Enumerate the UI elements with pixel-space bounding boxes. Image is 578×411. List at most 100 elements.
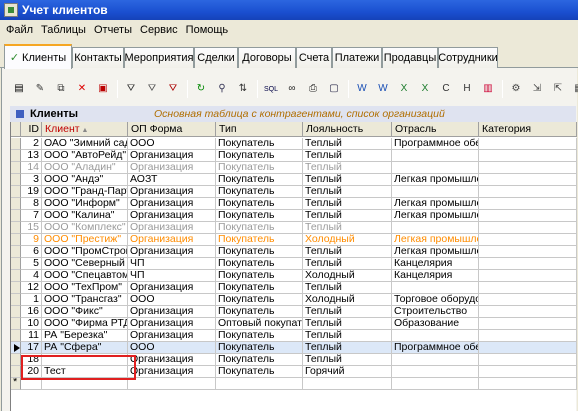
row-indicator[interactable]	[11, 198, 21, 210]
cell-loyalty[interactable]: Холодный	[303, 234, 392, 246]
table-row[interactable]: 1 ООО "Трансгаз" ООО Покупатель Холодный Торг…	[11, 294, 577, 306]
cell-category[interactable]	[479, 282, 577, 294]
cell-form[interactable]: Организация	[128, 198, 216, 210]
collapse-icon[interactable]	[16, 110, 24, 118]
row-indicator[interactable]: *	[11, 378, 21, 390]
cell-loyalty[interactable]: Теплый	[303, 150, 392, 162]
clients-grid[interactable]: ID Клиент ▲ ОП Форма Тип Лояльность Отрасль Ка…	[10, 122, 577, 411]
cell-form[interactable]: ООО	[128, 138, 216, 150]
cell-industry[interactable]: Легкая промышлен	[392, 174, 479, 186]
cell-new-industry[interactable]	[392, 378, 479, 390]
cell-form[interactable]: Организация	[128, 282, 216, 294]
export-icon[interactable]: ⇲	[528, 80, 546, 98]
cell-id[interactable]: 1	[21, 294, 42, 306]
cell-type[interactable]: Покупатель	[216, 306, 303, 318]
cell-industry[interactable]: Образование	[392, 318, 479, 330]
cell-client[interactable]: ООО "АвтоРейд"	[42, 150, 128, 162]
cell-industry[interactable]: Программное обес	[392, 342, 479, 354]
cell-loyalty[interactable]: Теплый	[303, 222, 392, 234]
cell-loyalty[interactable]: Теплый	[303, 306, 392, 318]
word-icon[interactable]: W	[353, 80, 371, 98]
table-row[interactable]: 20 Тест Организация Покупатель Горячий	[11, 366, 577, 378]
refresh-icon[interactable]: ↻	[192, 80, 210, 98]
tab-payments[interactable]: Платежи	[332, 47, 382, 68]
cell-category[interactable]	[479, 318, 577, 330]
cell-category[interactable]	[479, 186, 577, 198]
cell-loyalty[interactable]: Холодный	[303, 270, 392, 282]
cell-type[interactable]: Покупатель	[216, 330, 303, 342]
cell-type[interactable]: Оптовый покупате	[216, 318, 303, 330]
cell-type[interactable]: Покупатель	[216, 198, 303, 210]
cell-type[interactable]: Покупатель	[216, 162, 303, 174]
layout-icon[interactable]: ▦	[570, 80, 578, 98]
table-row[interactable]: 19 ООО "Гранд-Партн Организация Покупатель Т…	[11, 186, 577, 198]
cell-loyalty[interactable]: Теплый	[303, 138, 392, 150]
cell-form[interactable]: Организация	[128, 234, 216, 246]
tab-invoices[interactable]: Счета	[296, 47, 332, 68]
row-indicator[interactable]	[11, 210, 21, 222]
table-row[interactable]: 7 ООО "Калина" Организация Покупатель Теплый…	[11, 210, 577, 222]
cell-category[interactable]	[479, 342, 577, 354]
row-indicator[interactable]	[11, 282, 21, 294]
cell-category[interactable]	[479, 270, 577, 282]
row-indicator[interactable]	[11, 222, 21, 234]
cell-id[interactable]: 13	[21, 150, 42, 162]
cell-client[interactable]: ООО "Северный Бр	[42, 258, 128, 270]
cell-new-form[interactable]	[128, 378, 216, 390]
row-indicator[interactable]	[11, 294, 21, 306]
cell-industry[interactable]	[392, 330, 479, 342]
column-header-form[interactable]: ОП Форма	[128, 122, 216, 137]
cell-id[interactable]: 8	[21, 198, 42, 210]
binoculars-icon[interactable]: ∞	[283, 80, 301, 98]
cell-industry[interactable]: Канцелярия	[392, 258, 479, 270]
cell-loyalty[interactable]: Теплый	[303, 330, 392, 342]
cell-category[interactable]	[479, 234, 577, 246]
row-indicator[interactable]	[11, 234, 21, 246]
cell-form[interactable]: Организация	[128, 354, 216, 366]
table-row[interactable]: 12 ООО "ТехПром" Организация Покупатель Тепл…	[11, 282, 577, 294]
tab-sellers[interactable]: Продавцы	[382, 47, 438, 68]
cell-form[interactable]: АОЗТ	[128, 174, 216, 186]
cell-category[interactable]	[479, 246, 577, 258]
menu-help[interactable]: Помощь	[182, 24, 233, 36]
row-indicator[interactable]	[11, 354, 21, 366]
cell-client[interactable]: ОАО "Зимний сад"	[42, 138, 128, 150]
html-icon[interactable]: H	[458, 80, 476, 98]
cell-category[interactable]	[479, 306, 577, 318]
cell-industry[interactable]: Программное обес	[392, 138, 479, 150]
cell-loyalty[interactable]: Теплый	[303, 354, 392, 366]
cell-client[interactable]: ООО "Спецавтомат	[42, 270, 128, 282]
cell-industry[interactable]: Легкая промышлен	[392, 210, 479, 222]
cell-category[interactable]	[479, 294, 577, 306]
cell-id[interactable]: 11	[21, 330, 42, 342]
menu-reports[interactable]: Отчеты	[90, 24, 136, 36]
word-export-icon[interactable]: W	[374, 80, 392, 98]
import-icon[interactable]: ⇱	[549, 80, 567, 98]
row-indicator[interactable]	[11, 150, 21, 162]
row-indicator[interactable]	[11, 246, 21, 258]
cell-type[interactable]: Покупатель	[216, 366, 303, 378]
cell-type[interactable]: Покупатель	[216, 222, 303, 234]
cell-client[interactable]: ООО "Трансгаз"	[42, 294, 128, 306]
cell-id[interactable]: 16	[21, 306, 42, 318]
cell-client[interactable]: ООО "Фикс"	[42, 306, 128, 318]
preview-icon[interactable]: ▢	[325, 80, 343, 98]
cell-type[interactable]: Покупатель	[216, 210, 303, 222]
cell-industry[interactable]: Легкая промышлен	[392, 246, 479, 258]
table-row[interactable]: 16 ООО "Фикс" Организация Покупатель Теплый С…	[11, 306, 577, 318]
column-header-id[interactable]: ID	[21, 122, 42, 137]
cell-form[interactable]: Организация	[128, 210, 216, 222]
cell-category[interactable]	[479, 138, 577, 150]
new-record-icon[interactable]: ▤	[10, 80, 28, 98]
cell-client[interactable]: ООО "Гранд-Партн	[42, 186, 128, 198]
cell-industry[interactable]	[392, 162, 479, 174]
cell-loyalty[interactable]: Холодный	[303, 294, 392, 306]
cell-type[interactable]: Покупатель	[216, 150, 303, 162]
row-indicator[interactable]	[11, 270, 21, 282]
column-header-category[interactable]: Категория	[479, 122, 577, 137]
cell-industry[interactable]: Легкая промышлен	[392, 198, 479, 210]
cell-id[interactable]: 9	[21, 234, 42, 246]
table-row[interactable]: 11 РА "Березка" Организация Покупатель Теплы…	[11, 330, 577, 342]
excel-icon[interactable]: X	[395, 80, 413, 98]
tab-deals[interactable]: Сделки	[194, 47, 238, 68]
